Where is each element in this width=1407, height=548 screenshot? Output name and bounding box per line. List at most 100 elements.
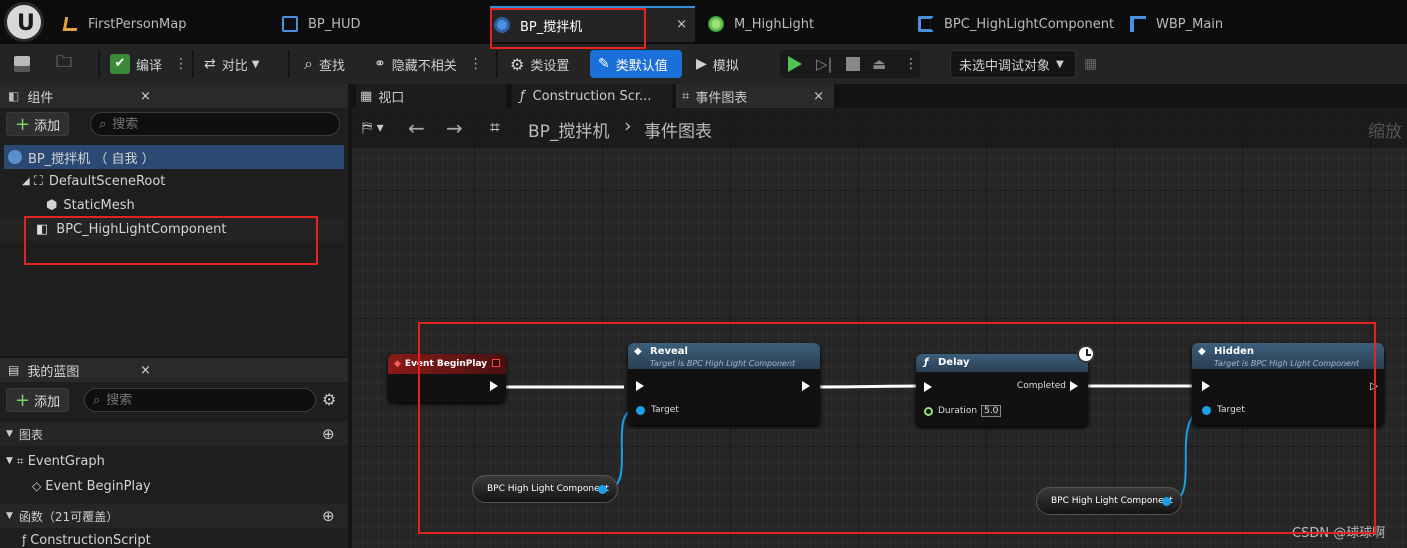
object-out-pin[interactable] xyxy=(598,485,607,494)
tab-viewport[interactable]: ▦ 视口 xyxy=(356,84,506,108)
simulate-button[interactable]: ▶ 模拟 xyxy=(696,50,739,78)
component-blueprint-icon xyxy=(918,16,934,32)
close-panel-icon[interactable]: × xyxy=(140,363,151,378)
tab-bp-hud[interactable]: BP_HUD xyxy=(282,6,482,42)
delegate-pin[interactable] xyxy=(492,359,500,367)
add-function-icon[interactable]: ⊕ xyxy=(322,507,335,525)
event-beginplay-node[interactable]: ◆ Event BeginPlay xyxy=(388,354,506,402)
exec-out-pin[interactable]: ▷ xyxy=(1362,381,1378,392)
tab-wbp-main[interactable]: WBP_Main xyxy=(1130,6,1330,42)
toolbar-separator xyxy=(496,50,498,78)
hide-unrelated-button[interactable]: ⚭ 隐藏不相关 ⋮ xyxy=(374,50,483,78)
find-button[interactable]: ⌕ 查找 xyxy=(304,50,345,78)
scene-root-icon: ⛶ xyxy=(33,173,43,189)
tab-label: Construction Scr... xyxy=(532,88,652,104)
step-button[interactable]: ▷| xyxy=(816,50,833,78)
graphs-section[interactable]: ▼ 图表 ⊕ xyxy=(0,422,348,446)
diff-dropdown[interactable]: ⇄ 对比 ▼ xyxy=(204,50,259,78)
close-panel-icon[interactable]: × xyxy=(140,89,151,104)
component-row-staticmesh[interactable]: ⬢ StaticMesh xyxy=(46,193,135,217)
play-options-button[interactable]: ⋮ xyxy=(904,50,918,78)
components-search-input[interactable] xyxy=(112,116,293,132)
delay-node-header: ƒ Delay xyxy=(916,354,1088,372)
event-graph-item[interactable]: ▼ ⌗ EventGraph xyxy=(6,449,105,473)
exec-out-pin[interactable] xyxy=(802,381,810,391)
duration-value-field[interactable]: 5.0 xyxy=(981,405,1002,417)
object-out-pin[interactable] xyxy=(1162,497,1171,506)
stop-button[interactable] xyxy=(846,50,860,78)
tab-label: M_HighLight xyxy=(734,16,815,32)
delay-node-title: Delay xyxy=(938,357,970,368)
completed-pin[interactable]: Completed xyxy=(1017,381,1078,391)
exec-in-pin[interactable] xyxy=(1202,381,1210,391)
tab-label: WBP_Main xyxy=(1156,16,1224,32)
exec-out-pin[interactable] xyxy=(490,381,498,391)
add-graph-icon[interactable]: ⊕ xyxy=(322,425,335,443)
close-tab-icon[interactable]: × xyxy=(813,89,824,104)
duration-pin[interactable]: Duration 5.0 xyxy=(924,405,1002,417)
component-row-defaultsceneroot[interactable]: ◢ ⛶ DefaultSceneRoot xyxy=(22,169,165,193)
add-member-button[interactable]: + 添加 xyxy=(6,388,70,412)
search-icon: ⌕ xyxy=(304,54,313,73)
tab-event-graph[interactable]: ⌗ 事件图表 × xyxy=(676,84,834,108)
class-settings-button[interactable]: ⚙ 类设置 xyxy=(510,50,569,78)
gear-icon[interactable]: ⚙ xyxy=(322,390,336,409)
event-beginplay-label: Event BeginPlay xyxy=(45,478,151,494)
exec-wire xyxy=(815,384,925,389)
components-search[interactable]: ⌕ xyxy=(90,112,340,136)
eject-button[interactable]: ⏏ xyxy=(872,50,886,78)
compile-button[interactable]: ✔ 编译 ⋮ xyxy=(110,50,188,78)
debug-object-button[interactable]: ▦ xyxy=(1084,50,1097,78)
compile-label: 编译 xyxy=(136,58,163,74)
duration-label: Duration xyxy=(938,406,978,416)
simulate-label: 模拟 xyxy=(712,58,739,74)
component-label: BP_搅拌机 （ 自我 ） xyxy=(28,151,155,167)
exec-in-pin[interactable] xyxy=(924,382,932,392)
blueprint-icon xyxy=(282,16,298,32)
expand-arrow-icon[interactable]: ◢ xyxy=(22,176,30,187)
function-diamond-icon: ◆ xyxy=(1198,346,1206,357)
debug-target-dropdown[interactable]: 未选中调试对象 ▼ xyxy=(950,50,1076,78)
close-tab-icon[interactable]: × xyxy=(676,17,687,32)
save-button[interactable] xyxy=(14,50,36,78)
tab-label: FirstPersonMap xyxy=(88,16,187,32)
construction-script-item[interactable]: ƒ ConstructionScript xyxy=(22,532,151,548)
construction-script-label: ConstructionScript xyxy=(30,532,151,548)
event-graph-canvas[interactable]: ⛿ ▾ ← → ⌗ BP_搅拌机 › 事件图表 缩放 ◆ Event Begin… xyxy=(352,108,1407,548)
more-options-icon[interactable]: ⋮ xyxy=(469,56,483,72)
target-pin[interactable]: Target xyxy=(636,405,679,415)
tab-construction-script[interactable]: ƒ Construction Scr... xyxy=(512,84,672,108)
reveal-node[interactable]: ◆ Reveal Target is BPC High Light Compon… xyxy=(628,343,820,425)
exec-in-pin[interactable] xyxy=(636,381,644,391)
my-blueprint-search-input[interactable] xyxy=(106,392,287,408)
hidden-node-title: Hidden xyxy=(1214,346,1255,357)
event-beginplay-item[interactable]: ◇ Event BeginPlay xyxy=(32,474,151,498)
hidden-node[interactable]: ◆ Hidden Target is BPC High Light Compon… xyxy=(1192,343,1384,425)
unreal-logo-icon[interactable]: U xyxy=(4,2,44,42)
more-options-icon[interactable]: ⋮ xyxy=(174,56,188,72)
function-diamond-icon: ◆ xyxy=(634,346,642,357)
tab-firstpersonmap[interactable]: FirstPersonMap xyxy=(62,6,264,42)
graph-icon: ⌗ xyxy=(16,453,24,468)
tab-m-highlight[interactable]: M_HighLight xyxy=(708,6,908,42)
actor-blueprint-icon xyxy=(494,17,510,33)
play-button[interactable] xyxy=(788,50,802,78)
find-label: 查找 xyxy=(318,58,345,74)
delay-node[interactable]: ƒ Delay Completed Duration 5.0 xyxy=(916,354,1088,426)
components-panel-header: ◧ 组件 × xyxy=(0,84,348,108)
get-highlight-component-node[interactable]: BPC High Light Component xyxy=(472,475,618,503)
tab-bp-mixer[interactable]: BP_搅拌机 × xyxy=(490,6,695,42)
debug-object-icon: ▦ xyxy=(1084,56,1098,72)
component-row-self[interactable]: BP_搅拌机 （ 自我 ） xyxy=(4,145,344,169)
browse-button[interactable]: 🗀 xyxy=(56,50,78,78)
toolbar-separator xyxy=(288,50,290,78)
functions-section[interactable]: ▼ 函数（21可覆盖） ⊕ xyxy=(0,504,348,528)
target-pin[interactable]: Target xyxy=(1202,405,1245,415)
get-highlight-component-node[interactable]: BPC High Light Component xyxy=(1036,487,1182,515)
my-blueprint-search[interactable]: ⌕ xyxy=(84,388,316,412)
add-component-button[interactable]: + 添加 xyxy=(6,112,70,136)
tab-bpc-highlightcomponent[interactable]: BPC_HighLightComponent xyxy=(918,6,1118,42)
component-row-bpc-highlight[interactable]: ◧ BPC_HighLightComponent xyxy=(0,217,344,241)
class-defaults-button[interactable]: ✎ 类默认值 xyxy=(590,50,682,78)
function-icon: ƒ xyxy=(924,357,929,368)
